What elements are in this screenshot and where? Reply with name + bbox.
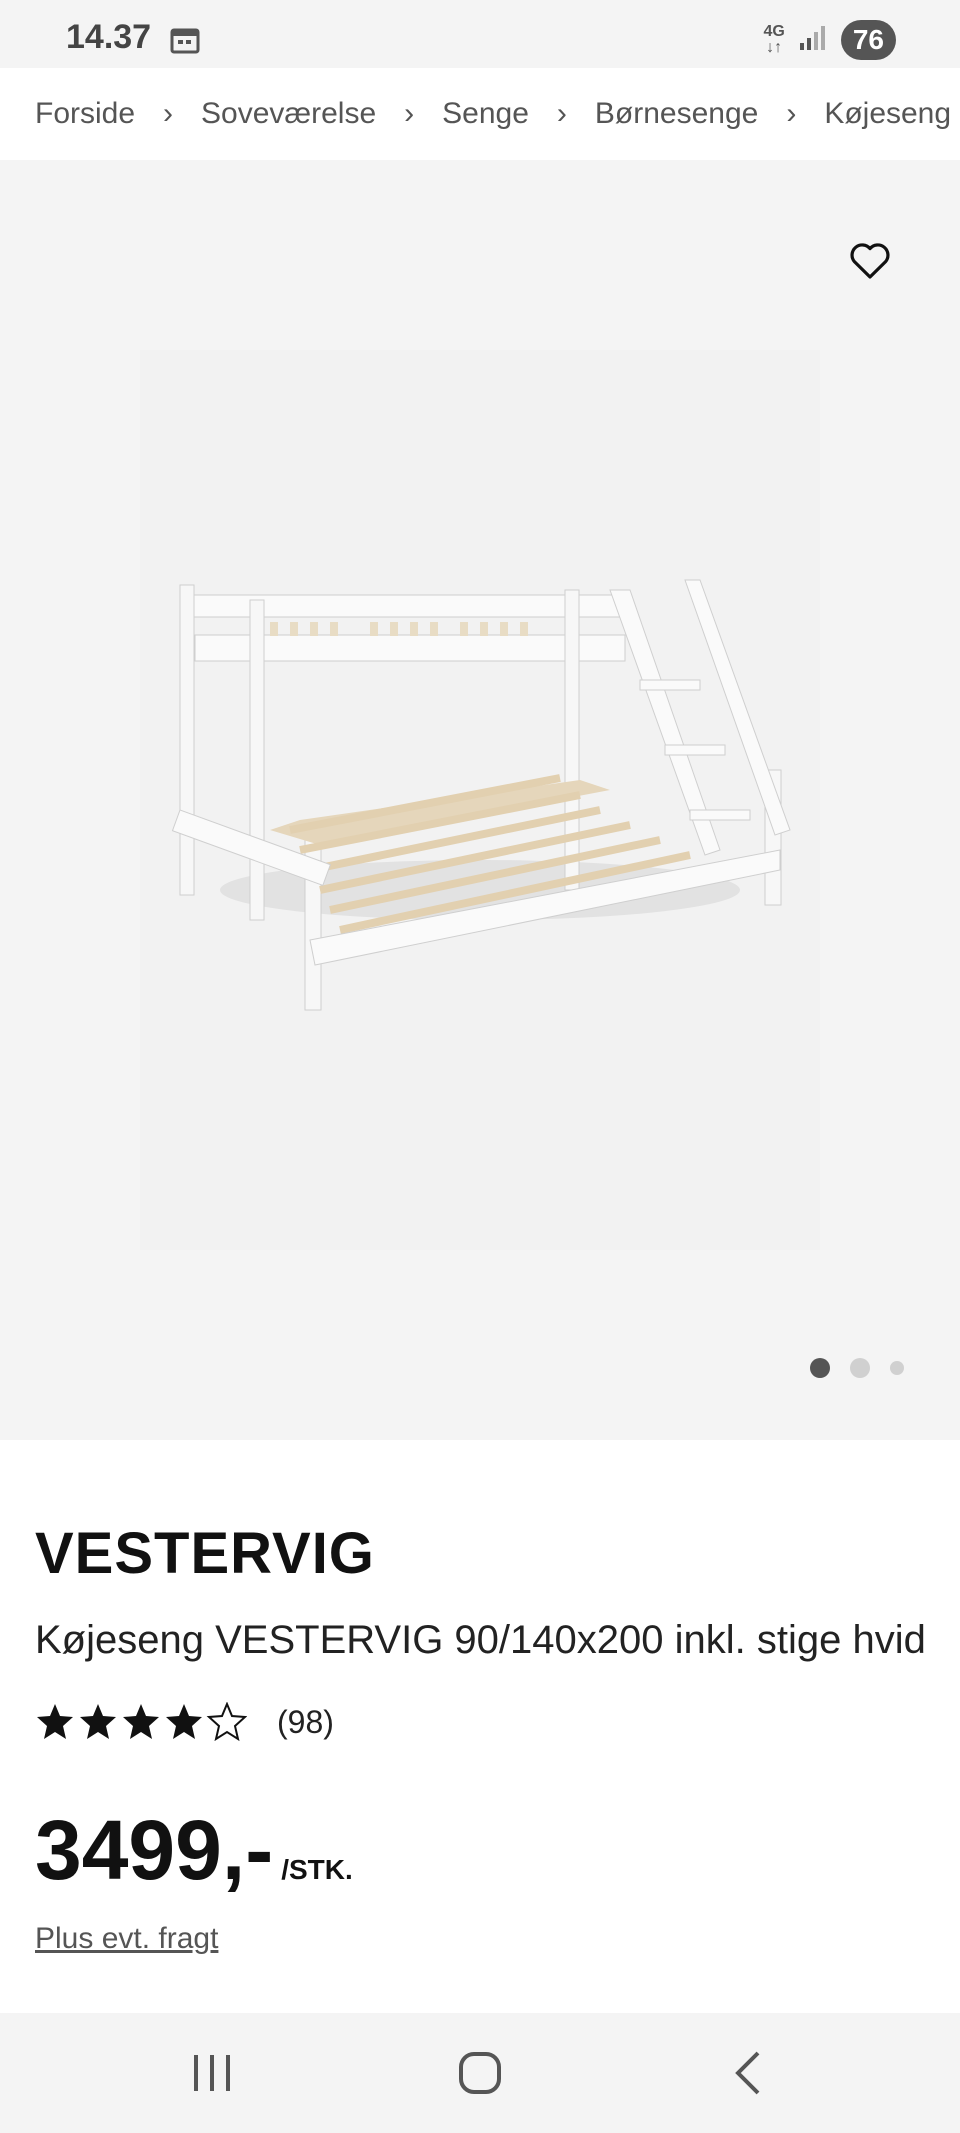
chevron-right-icon: › [556, 97, 567, 130]
product-title: Køjeseng VESTERVIG 90/140x200 inkl. stig… [35, 1618, 926, 1662]
home-icon[interactable] [450, 2043, 510, 2103]
gallery-dot[interactable] [890, 1361, 904, 1375]
network-label: 4G [763, 23, 785, 40]
status-time: 14.37 [66, 18, 152, 56]
status-bar: 14.37 4G ↓↑ 76 [0, 0, 960, 68]
shipping-link[interactable]: Plus evt. fragt [35, 1922, 218, 1956]
breadcrumb-senge[interactable]: Senge [442, 97, 529, 131]
product-image[interactable] [140, 350, 820, 1250]
system-nav-bar [0, 2013, 960, 2133]
status-right: 4G ↓↑ 76 [763, 20, 896, 60]
calendar-icon [170, 26, 200, 59]
breadcrumb-bornesenge[interactable]: Børnesenge [595, 97, 758, 131]
star-rating-icon [37, 1703, 246, 1740]
heart-outline-icon[interactable] [846, 236, 894, 284]
gallery-dot-active[interactable] [810, 1358, 830, 1378]
chevron-right-icon: › [163, 97, 174, 130]
product-rating[interactable]: (98) [35, 1702, 334, 1742]
chevron-right-icon: › [786, 97, 797, 130]
product-brand: VESTERVIG [35, 1521, 375, 1586]
back-icon[interactable] [720, 2043, 780, 2103]
breadcrumb-kojeseng[interactable]: Køjeseng [824, 97, 951, 131]
review-count[interactable]: (98) [277, 1704, 334, 1741]
product-gallery[interactable] [0, 160, 960, 1440]
signal-icon [799, 25, 827, 56]
network-type: 4G ↓↑ [763, 23, 785, 56]
product-price: 3499,- /STK. [35, 1802, 353, 1899]
gallery-dot[interactable] [850, 1358, 870, 1378]
breadcrumb-sovevaerelse[interactable]: Soveværelse [201, 97, 376, 131]
price-value: 3499,- [35, 1803, 274, 1897]
gallery-pagination [810, 1358, 904, 1378]
breadcrumb-forside[interactable]: Forside [35, 97, 135, 131]
recent-apps-icon[interactable] [182, 2043, 242, 2103]
battery-badge: 76 [840, 20, 896, 60]
price-unit: /STK. [281, 1854, 353, 1885]
product-info: VESTERVIG Køjeseng VESTERVIG 90/140x200 … [0, 1440, 960, 2013]
breadcrumb: Forside › Soveværelse › Senge › Børnesen… [0, 68, 960, 160]
chevron-right-icon: › [404, 97, 415, 130]
